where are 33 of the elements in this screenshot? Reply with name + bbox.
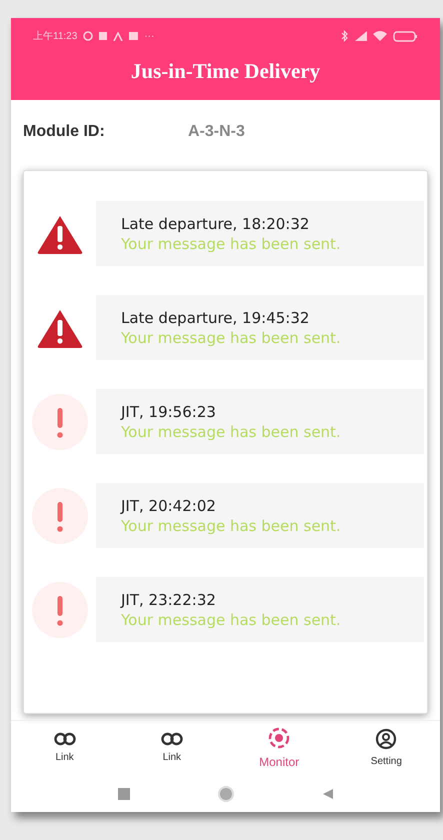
- message-status: Your message has been sent.: [121, 422, 342, 442]
- target-icon: [268, 726, 290, 748]
- link-icon: [160, 732, 183, 746]
- message-status: Your message has been sent.: [121, 234, 342, 254]
- message-status: Your message has been sent.: [121, 516, 342, 536]
- module-label: Module ID:: [23, 122, 106, 142]
- app-title: Jus-in-Time Delivery: [130, 58, 320, 86]
- exclamation-icon: [32, 582, 88, 638]
- exclamation-icon: [32, 488, 88, 544]
- status-time: 上午11:23: [33, 30, 78, 44]
- bluetooth-icon: [341, 30, 349, 42]
- message-title: JIT, 23:22:32: [121, 590, 217, 610]
- message-status: Your message has been sent.: [121, 610, 342, 630]
- nav-tab[interactable]: Link: [118, 732, 226, 765]
- status-more: ···: [144, 30, 154, 44]
- message-title: JIT, 20:42:02: [121, 496, 217, 516]
- nav-tab[interactable]: Monitor: [226, 726, 333, 770]
- link-icon: [54, 732, 76, 746]
- battery-icon: [393, 30, 418, 42]
- user-icon: [375, 728, 398, 750]
- message-title: JIT, 19:56:23: [121, 402, 217, 422]
- home-button[interactable]: [218, 786, 234, 802]
- recent-apps-button[interactable]: [118, 788, 130, 800]
- nav-tab[interactable]: Link: [11, 732, 118, 765]
- module-value: A-3-N-3: [188, 122, 245, 142]
- message-title: Late departure, 18:20:32: [121, 214, 310, 234]
- wifi-icon: [373, 31, 387, 41]
- exclamation-icon: [32, 394, 88, 450]
- nav-tab[interactable]: Setting: [332, 728, 440, 769]
- signal-icon: [355, 31, 367, 41]
- message-title: Late departure, 19:45:32: [121, 308, 310, 328]
- back-button[interactable]: [322, 788, 334, 800]
- message-status: Your message has been sent.: [121, 328, 342, 348]
